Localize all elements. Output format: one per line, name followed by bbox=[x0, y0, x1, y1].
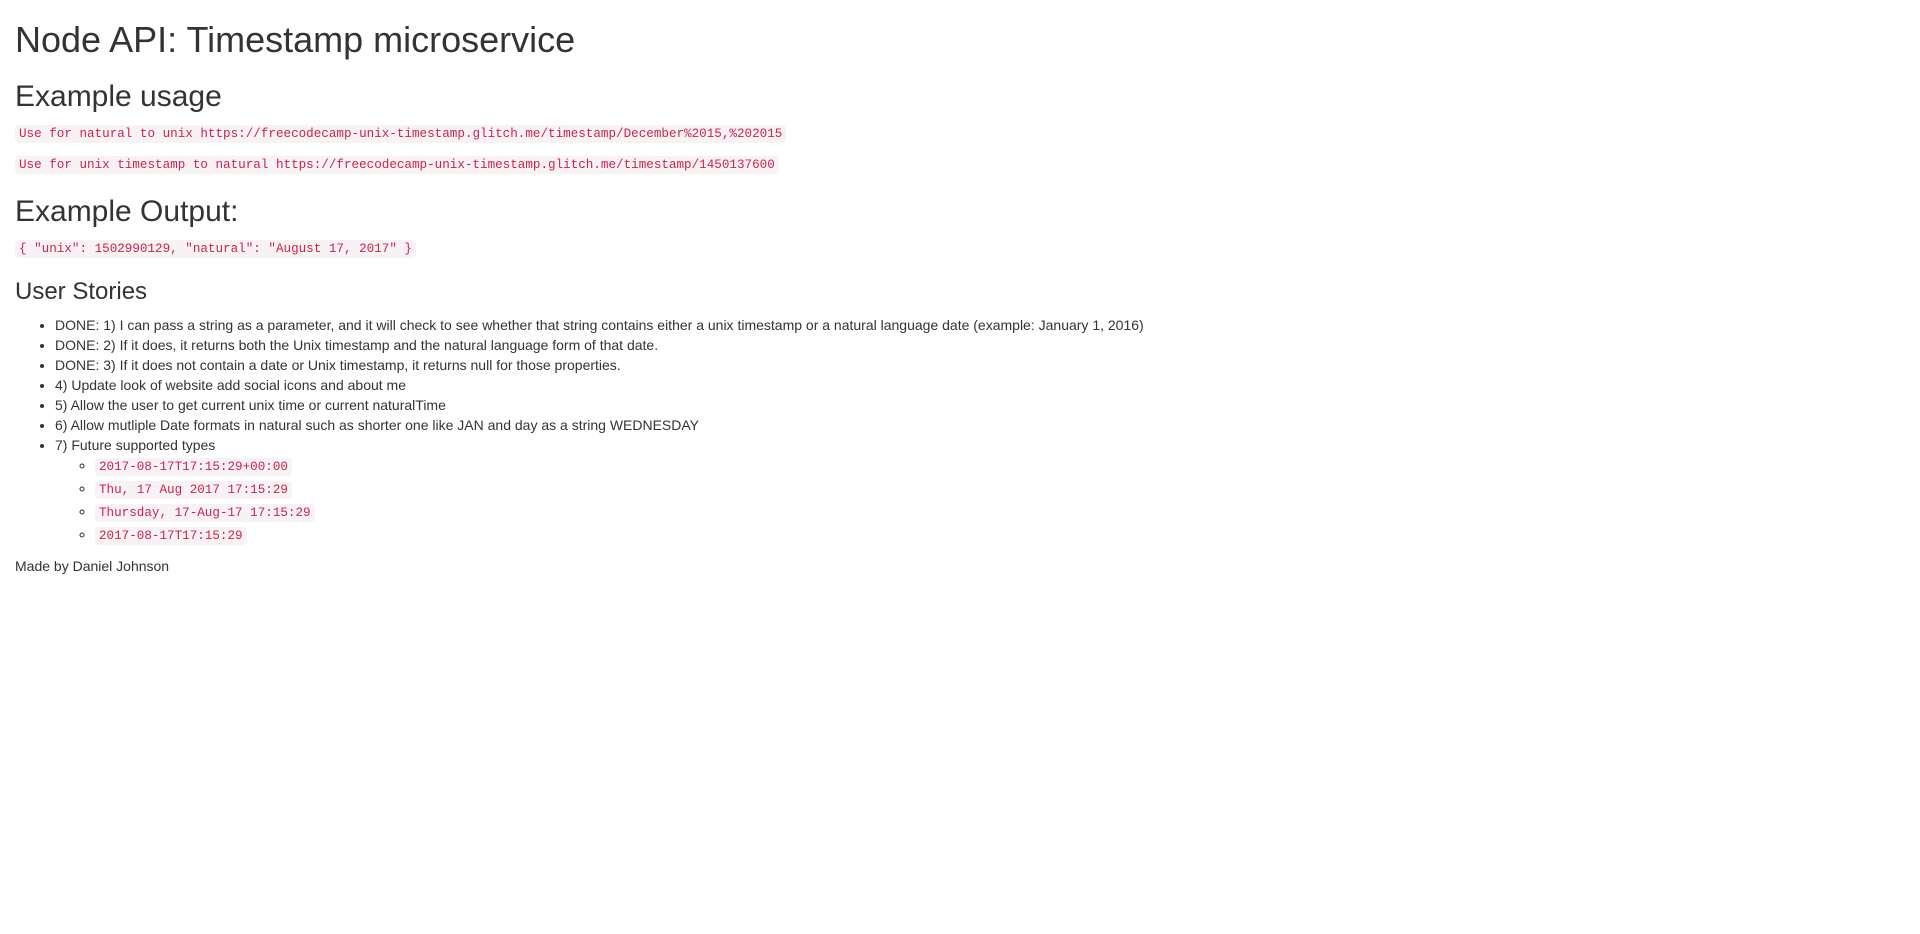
future-type-code: Thu, 17 Aug 2017 17:15:29 bbox=[95, 480, 292, 499]
user-story-item-future-types: 7) Future supported types 2017-08-17T17:… bbox=[55, 435, 1905, 547]
example-usage-unix: Use for unix timestamp to natural https:… bbox=[15, 154, 1905, 175]
future-type-item: Thu, 17 Aug 2017 17:15:29 bbox=[95, 478, 1905, 501]
future-type-code: 2017-08-17T17:15:29+00:00 bbox=[95, 457, 292, 476]
example-usage-natural: Use for natural to unix https://freecode… bbox=[15, 123, 1905, 144]
user-story-item: DONE: 3) If it does not contain a date o… bbox=[55, 355, 1905, 375]
user-story-item: 4) Update look of website add social ico… bbox=[55, 375, 1905, 395]
future-type-item: 2017-08-17T17:15:29 bbox=[95, 524, 1905, 547]
user-story-item: DONE: 1) I can pass a string as a parame… bbox=[55, 315, 1905, 335]
example-output-code: { "unix": 1502990129, "natural": "August… bbox=[15, 239, 416, 258]
future-type-code: 2017-08-17T17:15:29 bbox=[95, 526, 247, 545]
user-story-item: 6) Allow mutliple Date formats in natura… bbox=[55, 415, 1905, 435]
user-stories-list: DONE: 1) I can pass a string as a parame… bbox=[15, 315, 1905, 547]
example-usage-unix-code: Use for unix timestamp to natural https:… bbox=[15, 155, 779, 174]
example-usage-natural-code: Use for natural to unix https://freecode… bbox=[15, 124, 787, 143]
future-type-item: Thursday, 17-Aug-17 17:15:29 bbox=[95, 501, 1905, 524]
future-type-code: Thursday, 17-Aug-17 17:15:29 bbox=[95, 503, 315, 522]
future-types-list: 2017-08-17T17:15:29+00:00 Thu, 17 Aug 20… bbox=[55, 455, 1905, 547]
page-title: Node API: Timestamp microservice bbox=[15, 19, 576, 60]
page-container: Node API: Timestamp microservice Example… bbox=[0, 20, 1920, 577]
footer-credit: Made by Daniel Johnson bbox=[15, 557, 170, 574]
user-stories-heading: User Stories bbox=[15, 277, 148, 305]
example-usage-heading: Example usage bbox=[15, 79, 222, 113]
user-story-item: 5) Allow the user to get current unix ti… bbox=[55, 395, 1905, 415]
example-output-heading: Example Output: bbox=[15, 194, 239, 228]
user-story-item: DONE: 2) If it does, it returns both the… bbox=[55, 335, 1905, 355]
user-story-item-label: 7) Future supported types bbox=[55, 436, 216, 453]
future-type-item: 2017-08-17T17:15:29+00:00 bbox=[95, 455, 1905, 478]
